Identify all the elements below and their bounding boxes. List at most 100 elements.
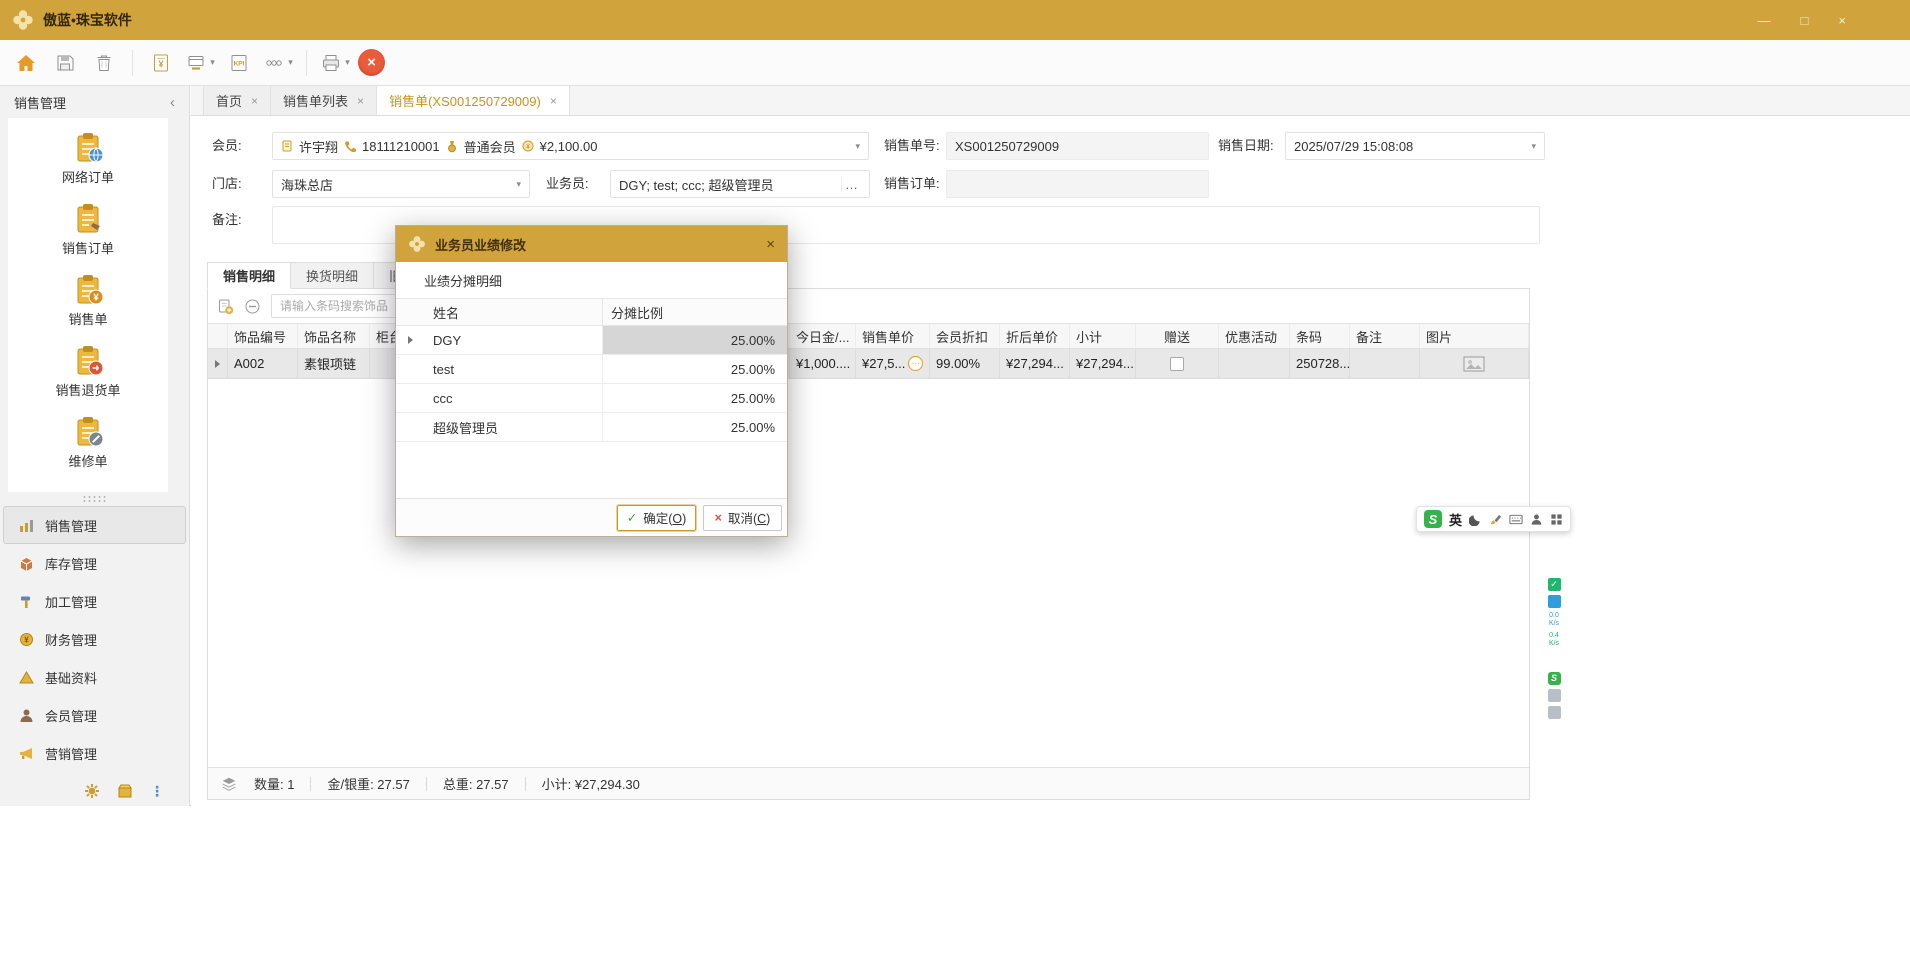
sidebar-item-inventory-management[interactable]: 库存管理 [3, 544, 186, 582]
collapse-sidebar-icon[interactable]: ‹ [170, 94, 175, 111]
dialog-row[interactable]: test 25.00% [396, 355, 787, 384]
sidebar-item-basic-data[interactable]: 基础资料 [3, 658, 186, 696]
column-header[interactable]: 赠送 [1136, 324, 1219, 348]
column-header[interactable]: 饰品名称 [298, 324, 370, 348]
ime-language-indicator[interactable]: 英 [1449, 510, 1462, 529]
close-tab-icon[interactable]: × [251, 94, 258, 108]
dialog-row[interactable]: 超级管理员 25.00% [396, 413, 787, 442]
shortcut-sales-order[interactable]: 销售订单 [62, 201, 114, 257]
sidebar-item-member-management[interactable]: 会员管理 [3, 696, 186, 734]
maximize-button[interactable]: □ [1801, 13, 1809, 28]
column-header[interactable]: 小计 [1070, 324, 1136, 348]
delete-button[interactable] [88, 46, 120, 80]
tab-sales-list[interactable]: 销售单列表 × [271, 86, 377, 115]
tab-exchange-detail[interactable]: 换货明细 [291, 262, 374, 289]
tab-sales-detail[interactable]: 销售明细 [207, 262, 291, 289]
salesman-field[interactable]: DGY; test; ccc; 超级管理员 … [610, 170, 870, 198]
sales-order-field[interactable] [946, 170, 1209, 198]
dialog-column-name[interactable]: 姓名 [396, 299, 603, 325]
sogou-logo-icon[interactable]: S [1424, 510, 1442, 528]
sogou-mini-icon[interactable]: S [1548, 672, 1561, 685]
status-quantity: 数量: 1 [254, 774, 294, 793]
dialog-titlebar[interactable]: 业务员业绩修改 × [396, 226, 787, 262]
column-header[interactable]: 饰品编号 [228, 324, 298, 348]
skin-brush-icon[interactable] [1489, 513, 1502, 526]
settings-gear-icon[interactable] [84, 783, 100, 799]
column-header[interactable]: 会员折扣 [930, 324, 1000, 348]
order-no-field[interactable]: XS001250729009 [946, 132, 1209, 160]
sidebar-splitter[interactable] [0, 495, 189, 502]
dialog-cell-ratio[interactable]: 25.00% [603, 413, 787, 441]
chevron-down-icon[interactable]: ▾ [855, 141, 860, 152]
package-icon[interactable] [117, 783, 133, 799]
night-mode-icon[interactable] [1469, 513, 1482, 526]
store-combobox[interactable]: 海珠总店 ▾ [272, 170, 530, 198]
column-header[interactable]: 销售单价 [856, 324, 930, 348]
close-tab-icon[interactable]: × [357, 94, 364, 108]
row-expander[interactable] [208, 349, 228, 378]
payment-doc-button[interactable]: ¥ [145, 46, 177, 80]
dialog-cell-ratio[interactable]: 25.00% [603, 355, 787, 383]
sidebar-item-marketing-management[interactable]: 营销管理 [3, 734, 186, 772]
antivirus-check-icon[interactable]: ✓ [1548, 578, 1561, 591]
ok-button[interactable]: ✓ 确定(O) [617, 505, 696, 531]
dialog-cell-name: test [396, 355, 603, 383]
tab-home[interactable]: 首页 × [203, 86, 271, 115]
remove-item-button[interactable] [244, 298, 261, 315]
column-header[interactable]: 优惠活动 [1219, 324, 1290, 348]
tab-sales-ticket[interactable]: 销售单(XS001250729009) × [377, 86, 570, 115]
shortcut-sales-ticket[interactable]: ¥ 销售单 [68, 272, 107, 328]
more-options-icon[interactable]: ⋮ [150, 783, 164, 800]
dialog-row[interactable]: ccc 25.00% [396, 384, 787, 413]
member-combobox[interactable]: 许宇翔 18111210001 普通会员 ¥ ¥2,100.00 ▾ [272, 132, 869, 160]
sidebar-item-processing-management[interactable]: 加工管理 [3, 582, 186, 620]
dialog-cell-ratio[interactable]: 25.00% [603, 326, 787, 354]
kpi-button[interactable]: KPI [223, 46, 255, 80]
chevron-down-icon[interactable]: ▾ [1531, 141, 1536, 152]
dialog-cell-ratio[interactable]: 25.00% [603, 384, 787, 412]
minimize-button[interactable]: — [1758, 13, 1771, 28]
blue-status-icon[interactable] [1548, 595, 1561, 608]
toolbar-separator [306, 50, 307, 76]
keyboard-icon[interactable] [1509, 513, 1523, 526]
home-button[interactable] [10, 46, 42, 80]
sale-date-picker[interactable]: 2025/07/29 15:08:08 ▾ [1285, 132, 1545, 160]
shortcut-network-order[interactable]: 网络订单 [62, 130, 114, 186]
ime-toolbar[interactable]: S 英 [1416, 506, 1571, 532]
add-item-button[interactable] [217, 298, 234, 315]
cell-name: 素银项链 [298, 349, 370, 378]
cancel-button[interactable]: × 取消(C) [703, 505, 782, 531]
chevron-down-icon[interactable]: ▾ [516, 179, 521, 190]
save-button[interactable] [49, 46, 81, 80]
column-header[interactable]: 图片 [1420, 324, 1529, 348]
sidebar-item-finance-management[interactable]: ¥ 财务管理 [3, 620, 186, 658]
salesman-more-button[interactable]: … [841, 177, 861, 192]
nav-label: 财务管理 [45, 630, 97, 649]
column-header[interactable]: 今日金/... [790, 324, 856, 348]
dialog-row[interactable]: DGY 25.00% [396, 326, 787, 355]
edit-performance-button[interactable]: ··· [908, 356, 923, 371]
column-header[interactable]: 备注 [1350, 324, 1420, 348]
sidebar-item-sales-management[interactable]: 销售管理 [3, 506, 186, 544]
toolbox-grid-icon[interactable] [1550, 513, 1563, 526]
column-header[interactable]: 条码 [1290, 324, 1350, 348]
close-tab-icon[interactable]: × [550, 94, 557, 108]
pos-device-button[interactable]: ▾ [184, 46, 216, 80]
gift-checkbox[interactable] [1170, 357, 1184, 371]
user-icon[interactable] [1530, 513, 1543, 526]
dialog-column-ratio[interactable]: 分摊比例 [603, 299, 787, 325]
column-header[interactable]: 折后单价 [1000, 324, 1070, 348]
shortcut-repair-ticket[interactable]: 维修单 [68, 414, 107, 470]
image-placeholder-icon[interactable] [1463, 356, 1485, 372]
print-button[interactable]: ▾ [319, 46, 351, 80]
more-actions-button[interactable]: ▾ [262, 46, 294, 80]
dialog-close-icon[interactable]: × [766, 236, 775, 253]
cell-barcode: 250728... [1290, 349, 1350, 378]
widget-icon[interactable] [1548, 689, 1561, 702]
window-close-button[interactable]: × [1838, 13, 1846, 28]
chevron-down-icon: ▾ [288, 57, 293, 68]
cell-discount: 99.00% [930, 349, 1000, 378]
widget-icon[interactable] [1548, 706, 1561, 719]
shortcut-sales-return[interactable]: 销售退货单 [55, 343, 120, 399]
close-document-button[interactable]: × [358, 49, 385, 76]
